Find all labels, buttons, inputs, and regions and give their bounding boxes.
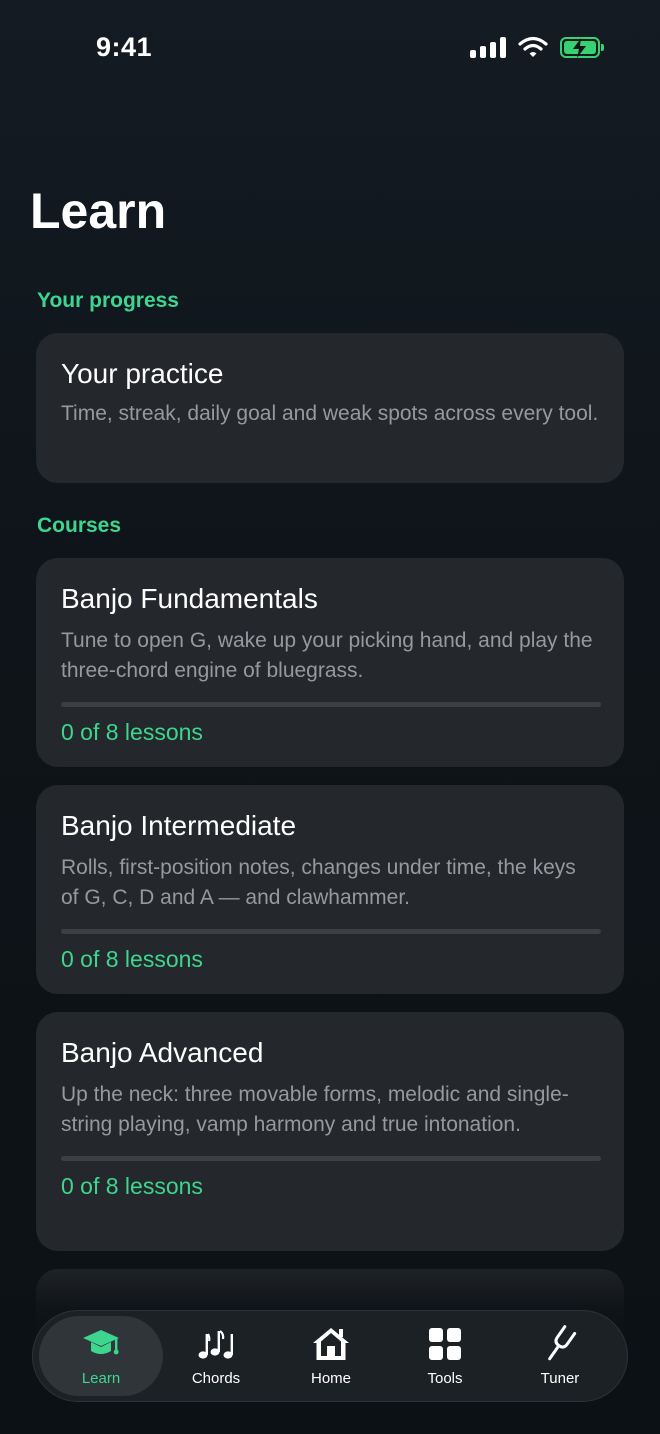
music-notes-icon xyxy=(198,1330,233,1359)
course-progress-text: 0 of 8 lessons xyxy=(61,946,203,972)
course-card[interactable]: Banjo Fundamentals Tune to open G, wake … xyxy=(36,558,624,767)
course-title: Banjo Fundamentals xyxy=(61,583,318,614)
cellular-signal-icon xyxy=(470,36,506,58)
course-description: Up the neck: three movable forms, melodi… xyxy=(61,1083,569,1136)
tab-label: Home xyxy=(310,1370,351,1387)
course-progress-text: 0 of 8 lessons xyxy=(61,719,203,745)
grid-icon xyxy=(429,1328,461,1360)
course-card[interactable]: Banjo Advanced Up the neck: three movabl… xyxy=(36,1012,624,1251)
tab-tools[interactable]: Tools xyxy=(383,1316,507,1396)
course-description: Rolls, first-position notes, changes und… xyxy=(61,856,576,909)
learn-screen: 9:41 Learn Your progress Your practice T… xyxy=(0,0,660,1434)
tab-learn[interactable]: Learn xyxy=(39,1316,163,1396)
graduation-cap-icon xyxy=(83,1330,119,1355)
tab-chords[interactable]: Chords xyxy=(154,1316,278,1396)
house-icon xyxy=(313,1328,349,1360)
wifi-icon xyxy=(518,36,548,57)
tab-home[interactable]: Home xyxy=(269,1316,393,1396)
course-progress-bar xyxy=(61,702,601,707)
practice-card-description: Time, streak, daily goal and weak spots … xyxy=(61,402,599,425)
tab-bar: Learn Chords Home Tools Tuner xyxy=(32,1310,628,1402)
tab-label: Chords xyxy=(191,1370,241,1387)
section-label-courses: Courses xyxy=(37,514,122,537)
page-title: Learn xyxy=(30,183,167,239)
course-progress-bar xyxy=(61,929,601,934)
practice-card[interactable]: Your practice Time, streak, daily goal a… xyxy=(36,333,624,483)
course-title: Banjo Intermediate xyxy=(61,810,297,841)
status-bar: 9:41 xyxy=(0,0,660,96)
status-time: 9:41 xyxy=(96,32,153,62)
tab-tuner[interactable]: Tuner xyxy=(498,1316,622,1396)
tab-label: Tuner xyxy=(540,1370,580,1387)
status-icons xyxy=(470,36,604,58)
tab-label: Tools xyxy=(427,1370,463,1387)
practice-card-title: Your practice xyxy=(61,358,224,389)
course-progress-text: 0 of 8 lessons xyxy=(61,1173,203,1199)
tab-label: Learn xyxy=(81,1370,121,1387)
course-card[interactable]: Banjo Intermediate Rolls, first-position… xyxy=(36,785,624,994)
battery-charging-icon xyxy=(560,36,604,58)
section-label-progress: Your progress xyxy=(37,289,179,312)
tuning-fork-icon xyxy=(548,1325,577,1361)
course-progress-bar xyxy=(61,1156,601,1161)
course-description: Tune to open G, wake up your picking han… xyxy=(61,629,593,682)
course-title: Banjo Advanced xyxy=(61,1037,264,1068)
